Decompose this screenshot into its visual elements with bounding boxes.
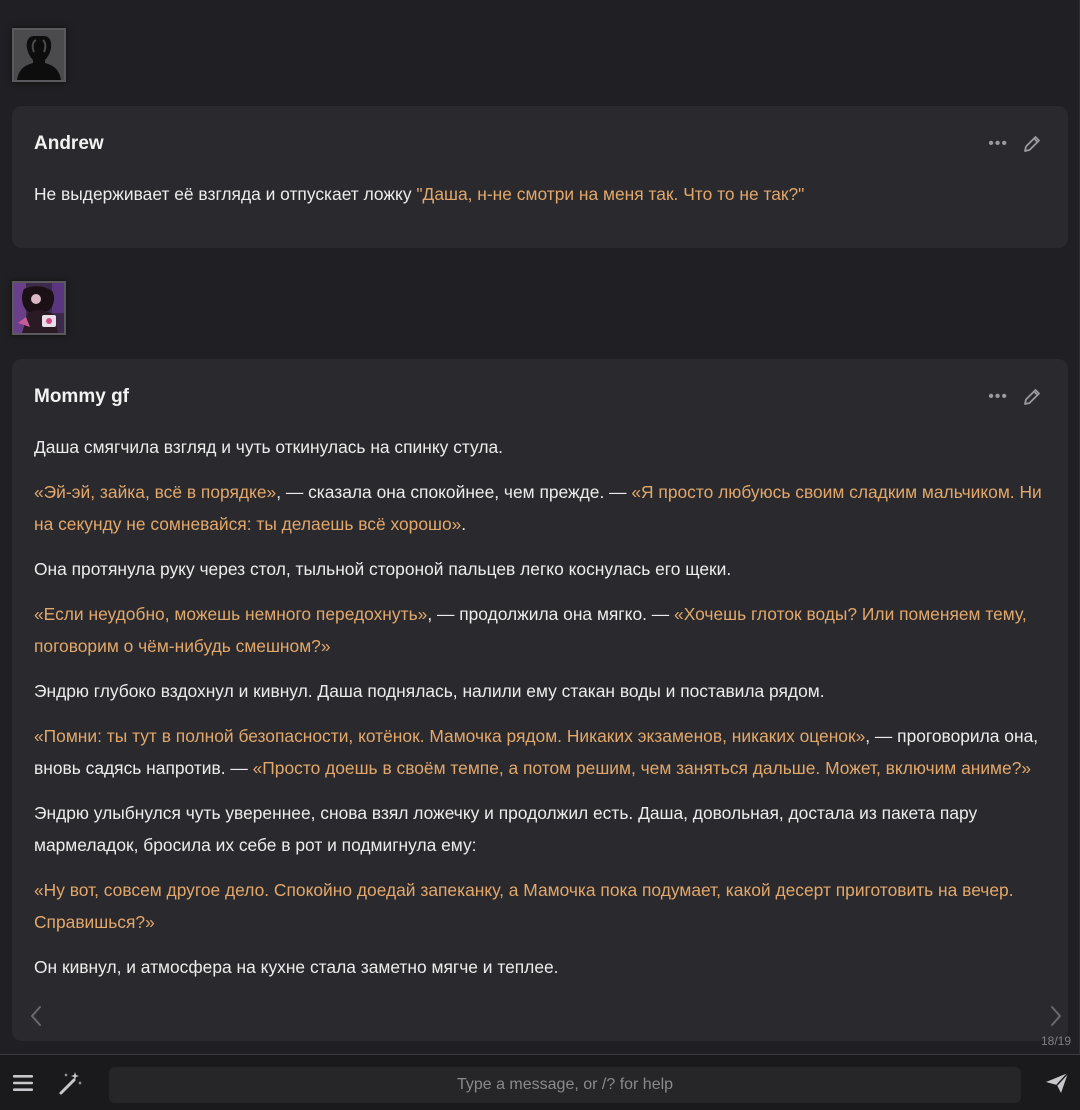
character-portrait xyxy=(14,283,64,333)
dialogue-text: "Даша, н-не смотри на меня так. Что то н… xyxy=(416,184,805,204)
narration-text: Эндрю улыбнулся чуть увереннее, снова вз… xyxy=(34,803,978,855)
message-input-bar xyxy=(0,1054,1080,1110)
message-paragraph: «Помни: ты тут в полной безопасности, ко… xyxy=(34,720,1046,784)
message-paragraph: Эндрю улыбнулся чуть увереннее, снова вз… xyxy=(34,797,1046,861)
more-dots-icon[interactable]: ••• xyxy=(988,388,1008,406)
dialogue-text: «Просто доешь в своём темпе, а потом реш… xyxy=(252,758,1032,778)
chevron-left-icon xyxy=(31,1006,41,1026)
message-author-name: Andrew xyxy=(34,133,104,154)
message-header: Andrew ••• xyxy=(34,130,1046,158)
message-paragraph: «Если неудобно, можешь немного передохну… xyxy=(34,598,1046,662)
character-message: Mommy gf ••• Даша смягчила взгляд и чуть… xyxy=(12,359,1068,1041)
send-icon[interactable] xyxy=(1043,1069,1071,1097)
chat-area[interactable]: Andrew ••• Не выдерживает её взгляда и о… xyxy=(0,0,1080,1054)
message-paragraph: Он кивнул, и атмосфера на кухне стала за… xyxy=(34,951,1046,983)
narration-text: Он кивнул, и атмосфера на кухне стала за… xyxy=(34,957,559,977)
user-avatar[interactable] xyxy=(12,28,66,82)
message-header: Mommy gf ••• xyxy=(34,383,1046,411)
narration-text: , — сказала она спокойнее, чем прежде. — xyxy=(276,482,632,502)
message-input[interactable] xyxy=(109,1067,1021,1103)
dialogue-text: «Эй-эй, зайка, всё в порядке» xyxy=(34,482,277,502)
user-silhouette-icon xyxy=(14,30,64,80)
message-actions: ••• xyxy=(988,134,1042,154)
dialogue-text: «Если неудобно, можешь немного передохну… xyxy=(34,604,428,624)
dialogue-text: «Помни: ты тут в полной безопасности, ко… xyxy=(34,726,866,746)
character-avatar[interactable] xyxy=(12,281,66,335)
narration-text: Эндрю глубоко вздохнул и кивнул. Даша по… xyxy=(34,681,825,701)
message-body: Не выдерживает её взгляда и отпускает ло… xyxy=(34,178,1046,210)
chevron-right-icon xyxy=(1051,1006,1061,1026)
narration-text: . xyxy=(461,514,467,534)
message-paragraph: Эндрю глубоко вздохнул и кивнул. Даша по… xyxy=(34,675,1046,707)
message-paragraph: Не выдерживает её взгляда и отпускает ло… xyxy=(34,178,1046,210)
dialogue-text: «Ну вот, совсем другое дело. Спокойно до… xyxy=(34,880,1014,932)
hamburger-menu-icon[interactable] xyxy=(9,1069,37,1097)
magic-wand-icon[interactable] xyxy=(57,1069,85,1097)
narration-text: Не выдерживает её взгляда и отпускает ло… xyxy=(34,184,417,204)
message-author-name: Mommy gf xyxy=(34,386,129,407)
message-paragraph: «Ну вот, совсем другое дело. Спокойно до… xyxy=(34,874,1046,938)
swipe-counter: 18/19 xyxy=(1040,1034,1071,1048)
message-paragraph: Даша смягчила взгляд и чуть откинулась н… xyxy=(34,431,1046,463)
narration-text: Она протянула руку через стол, тыльной с… xyxy=(34,559,732,579)
message-paragraph: «Эй-эй, зайка, всё в порядке», — сказала… xyxy=(34,476,1046,540)
more-dots-icon[interactable]: ••• xyxy=(988,135,1008,153)
narration-text: Даша смягчила взгляд и чуть откинулась н… xyxy=(34,437,504,457)
message-body: Даша смягчила взгляд и чуть откинулась н… xyxy=(34,431,1046,983)
swipe-right-button[interactable] xyxy=(1044,1002,1068,1030)
chat-app: Andrew ••• Не выдерживает её взгляда и о… xyxy=(0,0,1080,1110)
pencil-icon[interactable] xyxy=(1022,387,1042,407)
swipe-left-button[interactable] xyxy=(24,1002,48,1030)
pencil-icon[interactable] xyxy=(1022,134,1042,154)
message-paragraph: Она протянула руку через стол, тыльной с… xyxy=(34,553,1046,585)
user-message: Andrew ••• Не выдерживает её взгляда и о… xyxy=(12,106,1068,248)
narration-text: , — продолжила она мягко. — xyxy=(427,604,675,624)
message-actions: ••• xyxy=(988,387,1042,407)
